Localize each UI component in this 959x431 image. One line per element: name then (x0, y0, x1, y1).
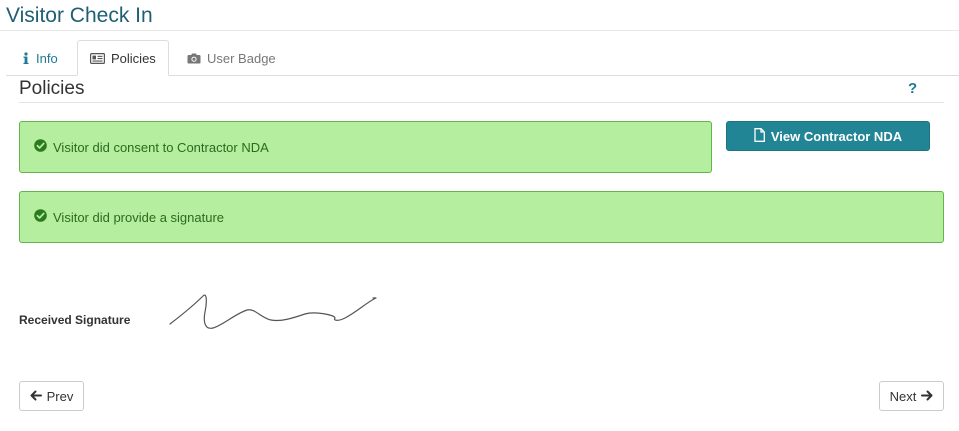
tab-bar: Info Policies User Badge (0, 40, 959, 76)
help-icon[interactable]: ? (908, 80, 917, 97)
prev-label: Prev (46, 388, 74, 404)
arrow-left-icon (30, 389, 42, 404)
section-title: Policies (19, 78, 85, 99)
tab-info[interactable]: Info (10, 40, 70, 76)
prev-button[interactable]: Prev (19, 381, 84, 411)
signature-image (165, 290, 380, 340)
tab-info-label: Info (36, 50, 58, 66)
signature-alert-text: Visitor did provide a signature (53, 209, 225, 225)
check-circle-icon (34, 209, 47, 225)
tab-user-badge-label: User Badge (207, 50, 276, 66)
tab-policies-label: Policies (111, 50, 156, 66)
check-circle-icon (34, 139, 47, 155)
section-divider (19, 102, 944, 103)
nda-consent-alert: Visitor did consent to Contractor NDA (19, 121, 712, 173)
next-button[interactable]: Next (879, 381, 944, 411)
signature-alert: Visitor did provide a signature (19, 191, 944, 243)
received-signature-label: Received Signature (19, 313, 131, 327)
file-icon (754, 127, 765, 145)
tab-policies[interactable]: Policies (77, 40, 169, 76)
info-icon (22, 51, 30, 65)
id-card-icon (90, 52, 105, 64)
title-divider (0, 30, 959, 31)
arrow-right-icon (921, 389, 933, 404)
tab-user-badge[interactable]: User Badge (175, 40, 288, 76)
view-contractor-nda-label: View Contractor NDA (770, 128, 903, 144)
nda-consent-text: Visitor did consent to Contractor NDA (53, 139, 269, 155)
page-title: Visitor Check In (6, 4, 153, 27)
camera-icon (187, 53, 201, 64)
next-label: Next (889, 388, 917, 404)
view-contractor-nda-button[interactable]: View Contractor NDA (726, 121, 930, 151)
